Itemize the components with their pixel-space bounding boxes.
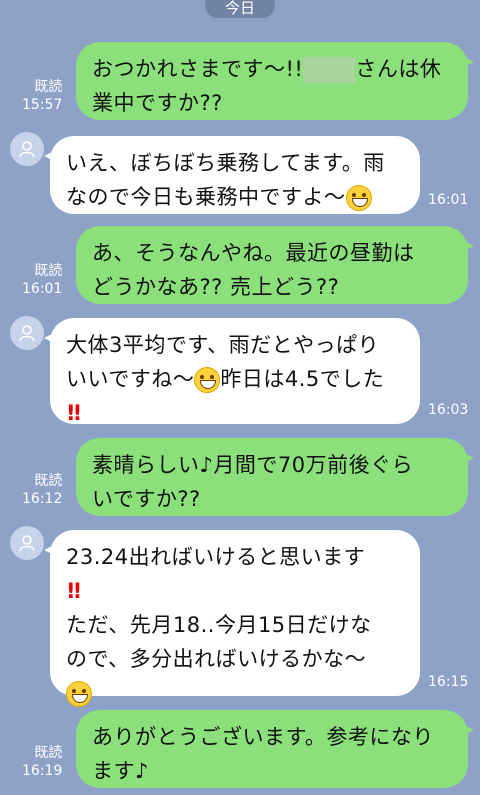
message-bubble-incoming[interactable]: いえ、ぼちぼち乗務してます。雨 なので今日も乗務中ですよ〜 [44,136,420,214]
read-receipt: 既読 [34,79,63,95]
message-text: 昨日は4.5でした [220,367,385,391]
redacted-name [303,57,356,83]
grinning-emoji-icon [194,367,221,393]
grinning-emoji-icon [66,681,92,707]
message-text: 素晴らしい♪月間で70万前後ぐら [92,453,414,477]
message-meta: 既読 15:57 [22,78,62,114]
message-time: 16:03 [428,402,469,418]
message-text: いいですね〜 [66,367,195,391]
read-receipt: 既読 [34,745,63,761]
message-time: 16:15 [428,674,469,690]
message-time: 16:01 [22,281,63,297]
message-text: 業中ですか?? [92,91,223,115]
message-bubble-outgoing[interactable]: 素晴らしい♪月間で70万前後ぐら いですか?? [76,438,474,516]
grinning-emoji-icon [345,185,372,211]
message-bubble-outgoing[interactable]: ありがとうございます。参考になり ます♪ [76,710,474,788]
message-meta: 既読 16:01 [22,262,62,298]
message-time: 16:12 [22,491,63,507]
avatar[interactable] [10,132,44,166]
message-time: 15:57 [22,97,63,113]
read-receipt: 既読 [34,473,63,489]
message-text: さんは休 [355,57,442,81]
message-meta: 既読 16:12 [22,472,62,508]
person-icon [19,325,35,342]
message-text: なので今日も乗務中ですよ〜 [66,185,346,209]
message-text: おつかれさまです〜!! [92,57,304,81]
message-meta: 既読 16:19 [22,744,62,780]
message-text: どうかなあ?? 売上どう?? [92,275,340,299]
read-receipt: 既読 [34,263,63,279]
message-bubble-incoming[interactable]: 大体3平均です、雨だとやっぱり いいですね〜 昨日は4.5でした !! [44,318,420,425]
message-bubble-outgoing[interactable]: おつかれさまです〜!! さんは休 業中ですか?? [76,42,474,120]
message-time: 16:01 [428,192,469,208]
message-text: ありがとうございます。参考になり [92,725,434,749]
person-icon [19,535,35,552]
double-exclamation-icon: !! [66,579,82,603]
date-header: 今日 [205,0,275,18]
message-text: ただ、先月18..今月15日だけな [66,613,372,637]
message-text: いえ、ぼちぼち乗務してます。雨 [66,151,385,175]
message-text: 23.24出ればいけると思います [66,545,366,569]
double-exclamation-icon: !! [66,401,82,425]
message-text: ので、多分出ればいけるかな〜 [66,647,367,671]
message-text: 大体3平均です、雨だとやっぱり [66,333,380,357]
message-bubble-incoming[interactable]: 23.24出ればいけると思います !! ただ、先月18..今月15日だけな ので… [44,530,420,707]
message-text: あ、そうなんやね。最近の昼勤は [92,241,415,265]
message-text: ます♪ [92,759,149,783]
avatar[interactable] [10,526,44,560]
person-icon [19,141,35,158]
message-text: いですか?? [92,487,201,511]
avatar[interactable] [10,316,44,350]
message-time: 16:19 [22,763,63,779]
message-bubble-outgoing[interactable]: あ、そうなんやね。最近の昼勤は どうかなあ?? 売上どう?? [76,226,474,304]
